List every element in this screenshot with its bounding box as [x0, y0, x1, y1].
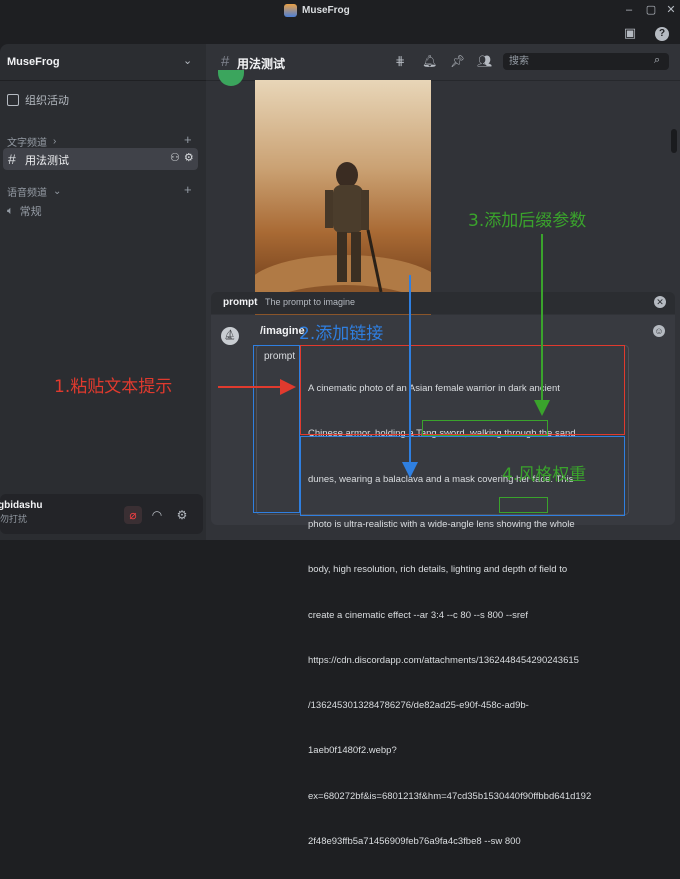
pin-icon[interactable]: 📌︎	[450, 54, 465, 68]
channel-label: 用法测试	[25, 155, 69, 167]
add-text-channel-icon[interactable]: +	[184, 132, 192, 147]
annotation-step2: 2.添加链接	[299, 324, 384, 344]
user-status: 勿打扰	[0, 514, 28, 524]
channel-title: 用法测试	[237, 57, 286, 71]
chevron-right-icon: ›	[53, 136, 57, 147]
option-name: prompt	[223, 297, 258, 308]
prompt-line: body, high resolution, rich details, lig…	[308, 564, 568, 576]
events-item[interactable]: 组织活动	[7, 92, 69, 108]
prompt-line: 1aeb0f1480f2.webp?	[308, 745, 397, 757]
prompt-line: https://cdn.discordapp.com/attachments/1…	[308, 654, 579, 666]
user-panel: gbidashu 勿打扰 ⌀ ◠ ⚙	[0, 494, 203, 534]
threads-icon[interactable]: ⋕	[395, 54, 405, 68]
inbox-icon[interactable]: ▣	[622, 25, 638, 41]
settings-gear-icon[interactable]: ⚙	[173, 506, 191, 524]
voice-channels-category[interactable]: 语音频道 ⌄	[7, 184, 61, 199]
gear-icon[interactable]: ⚙	[184, 151, 194, 164]
prompt-line: create a cinematic effect --ar 3:4 --c 8…	[308, 609, 528, 621]
slash-command: /imagine	[260, 325, 305, 337]
annotation-step4: 4.风格权重	[502, 465, 587, 485]
server-name: MuseFrog	[7, 56, 60, 68]
emoji-icon[interactable]: ☺	[653, 325, 665, 337]
server-header[interactable]: MuseFrog ⌄	[0, 44, 206, 81]
members-icon[interactable]: 👥︎	[477, 54, 492, 68]
text-channels-category[interactable]: 文字频道 ›	[7, 134, 56, 149]
hash-icon: #	[8, 151, 16, 167]
headphones-icon[interactable]: ◠	[148, 506, 166, 524]
suffix-params-highlight	[422, 420, 548, 436]
title-bar: MuseFrog – ▢ ✕	[0, 0, 680, 22]
events-label: 组织活动	[25, 95, 69, 107]
text-category-label: 文字频道	[7, 138, 47, 149]
chevron-down-icon: ⌄	[53, 186, 62, 197]
search-box[interactable]: ⌕	[503, 53, 669, 70]
close-icon[interactable]: ✕	[654, 296, 666, 308]
minimize-icon[interactable]: –	[622, 3, 636, 17]
add-voice-channel-icon[interactable]: +	[184, 182, 192, 197]
app-title: MuseFrog	[284, 4, 350, 17]
invite-icon[interactable]: ⚇	[170, 151, 180, 164]
speaker-icon: 🔈︎	[7, 204, 14, 217]
chevron-down-icon: ⌄	[183, 55, 193, 67]
sidebar-item-channel[interactable]: # 用法测试 ⚇ ⚙	[3, 148, 198, 170]
prompt-line: /1362453013284786276/de82ad25-e90f-458c-…	[308, 700, 529, 712]
scrollbar[interactable]	[671, 129, 677, 153]
hash-icon: #	[221, 53, 230, 70]
search-input[interactable]	[503, 53, 655, 70]
command-option-header: prompt The prompt to imagine ✕	[211, 292, 675, 314]
prompt-line: ex=680272bf&is=6801213f&hm=47cd35b153044…	[308, 790, 592, 802]
annotation-step1: 1.粘贴文本提示	[54, 377, 173, 397]
bell-icon[interactable]: 🔔︎	[422, 54, 437, 68]
prompt-line: photo is ultra-realistic with a wide-ang…	[308, 519, 575, 531]
voice-channel-label: 常规	[19, 206, 42, 218]
bot-avatar-icon: ⛵︎	[221, 327, 239, 345]
user-name[interactable]: gbidashu	[0, 500, 42, 511]
voice-category-label: 语音频道	[7, 188, 47, 199]
search-icon: ⌕	[654, 54, 661, 66]
app-logo-icon	[284, 4, 297, 17]
mic-muted-icon[interactable]: ⌀	[124, 506, 142, 524]
prompt-line: 2f48e93ffb5a71456909feb76a9fa4c3fbe8 --s…	[308, 836, 521, 847]
annotation-step3: 3.添加后缀参数	[468, 211, 587, 231]
prompt-label-highlight	[253, 345, 300, 513]
option-description: The prompt to imagine	[265, 297, 356, 307]
calendar-icon	[7, 94, 19, 106]
style-weight-highlight	[499, 497, 548, 513]
voice-channel-item[interactable]: 🔈︎ 常规	[7, 203, 42, 219]
channel-header: # 用法测试 ⋕ 🔔︎ 📌︎ 👥︎ ⌕	[206, 44, 680, 81]
help-icon[interactable]: ?	[655, 27, 669, 41]
app-title-text: MuseFrog	[302, 5, 350, 16]
avatar[interactable]	[218, 70, 244, 86]
server-sidebar: MuseFrog ⌄ 组织活动 文字频道 › + # 用法测试 ⚇ ⚙ 语音频道…	[0, 44, 206, 540]
maximize-icon[interactable]: ▢	[644, 3, 658, 17]
close-window-icon[interactable]: ✕	[664, 3, 678, 17]
